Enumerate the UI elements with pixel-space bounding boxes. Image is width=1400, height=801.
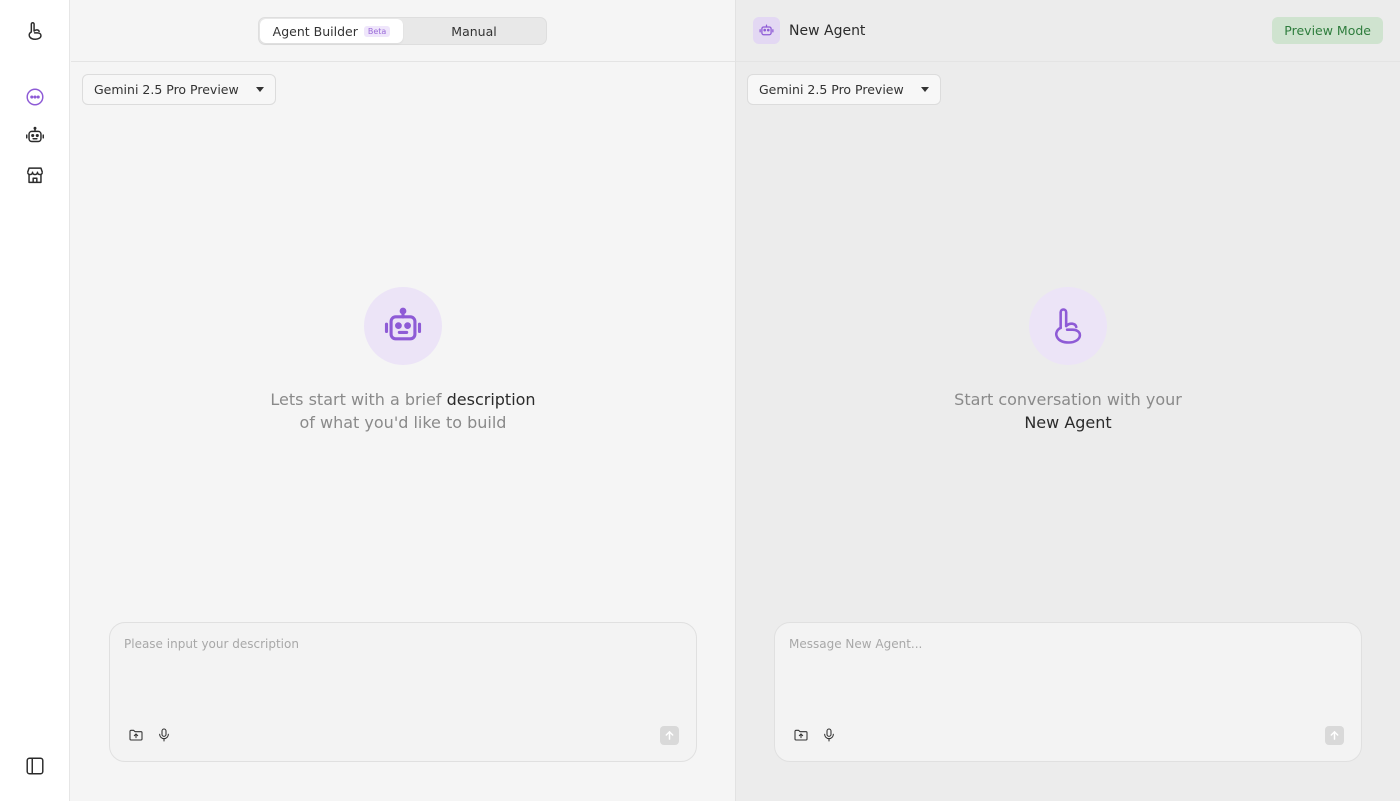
message-input[interactable] bbox=[789, 637, 1349, 707]
builder-model-select[interactable]: Gemini 2.5 Pro Preview bbox=[82, 74, 276, 105]
builder-compose-box bbox=[109, 622, 697, 762]
store-icon[interactable] bbox=[22, 162, 48, 188]
preview-mode-badge[interactable]: Preview Mode bbox=[1272, 17, 1383, 44]
robot-hero-icon bbox=[364, 287, 442, 365]
builder-hero-strong: description bbox=[446, 390, 536, 409]
builder-hero-text: Lets start with a brief description of w… bbox=[203, 388, 603, 434]
upload-folder-icon[interactable] bbox=[127, 726, 145, 744]
robot-icon[interactable] bbox=[22, 123, 48, 149]
builder-hero-prefix: Lets start with a brief bbox=[270, 390, 447, 409]
preview-hero-line2: New Agent bbox=[1024, 413, 1112, 432]
preview-pane: New Agent Preview Mode Gemini 2.5 Pro Pr… bbox=[735, 0, 1400, 801]
microphone-icon[interactable] bbox=[820, 726, 838, 744]
tab-agent-builder[interactable]: Agent Builder Beta bbox=[260, 19, 403, 43]
description-input[interactable] bbox=[124, 637, 684, 707]
microphone-icon[interactable] bbox=[155, 726, 173, 744]
agent-name: New Agent bbox=[789, 22, 866, 39]
hand-logo-icon[interactable] bbox=[22, 18, 48, 44]
builder-mode-toggle: Agent Builder Beta Manual bbox=[258, 17, 547, 45]
preview-topbar: New Agent Preview Mode bbox=[736, 0, 1400, 62]
tab-agent-builder-label: Agent Builder bbox=[272, 23, 358, 39]
preview-hero-text: Start conversation with your New Agent bbox=[868, 388, 1268, 434]
builder-model-label: Gemini 2.5 Pro Preview bbox=[94, 82, 239, 97]
preview-hero-line1: Start conversation with your bbox=[954, 390, 1182, 409]
beta-badge: Beta bbox=[363, 25, 391, 37]
builder-hero-line1: Lets start with a brief description bbox=[203, 388, 603, 411]
preview-compose-box bbox=[774, 622, 1362, 762]
builder-topbar: Agent Builder Beta Manual bbox=[71, 0, 735, 62]
upload-folder-icon[interactable] bbox=[792, 726, 810, 744]
chevron-down-icon bbox=[256, 87, 264, 92]
agent-title: New Agent bbox=[753, 17, 865, 44]
send-arrow-icon[interactable] bbox=[1325, 726, 1344, 745]
builder-hero-line2: of what you'd like to build bbox=[299, 413, 507, 432]
chevron-down-icon bbox=[921, 87, 929, 92]
send-arrow-icon[interactable] bbox=[660, 726, 679, 745]
hand-hero-icon bbox=[1029, 287, 1107, 365]
tab-manual-label: Manual bbox=[451, 23, 497, 39]
builder-pane: Agent Builder Beta Manual Gemini 2.5 Pro… bbox=[71, 0, 735, 801]
preview-model-select[interactable]: Gemini 2.5 Pro Preview bbox=[747, 74, 941, 105]
tab-manual[interactable]: Manual bbox=[403, 19, 545, 43]
chat-bubble-icon[interactable] bbox=[22, 84, 48, 110]
sidebar-toggle-icon[interactable] bbox=[22, 753, 48, 779]
sidebar bbox=[0, 0, 70, 801]
agent-robot-icon bbox=[753, 17, 780, 44]
preview-model-label: Gemini 2.5 Pro Preview bbox=[759, 82, 904, 97]
